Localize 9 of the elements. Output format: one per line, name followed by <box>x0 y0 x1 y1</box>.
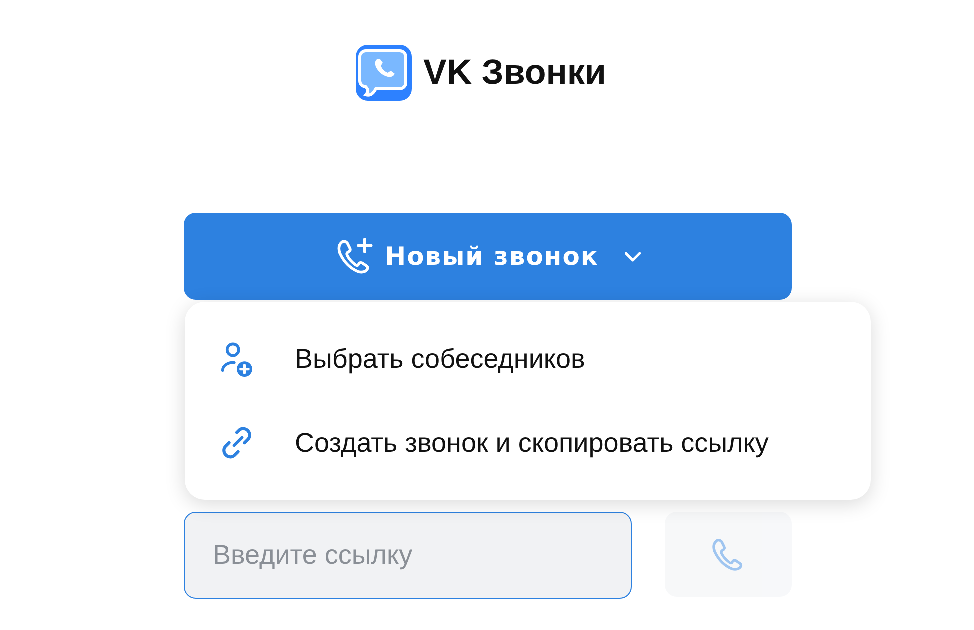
person-add-icon <box>219 341 255 377</box>
link-field[interactable]: Введите ссылку <box>184 512 632 599</box>
logo-text: VK Звонки <box>424 53 606 93</box>
chevron-down-icon <box>624 252 641 262</box>
logo-icon <box>356 45 412 101</box>
phone-plus-icon <box>335 236 376 276</box>
new-call-button[interactable]: Новый звонок <box>184 213 792 300</box>
menu-item[interactable]: Выбрать собеседников <box>185 331 871 387</box>
menu-item[interactable]: Создать звонок и скопировать ссылку <box>185 415 871 471</box>
